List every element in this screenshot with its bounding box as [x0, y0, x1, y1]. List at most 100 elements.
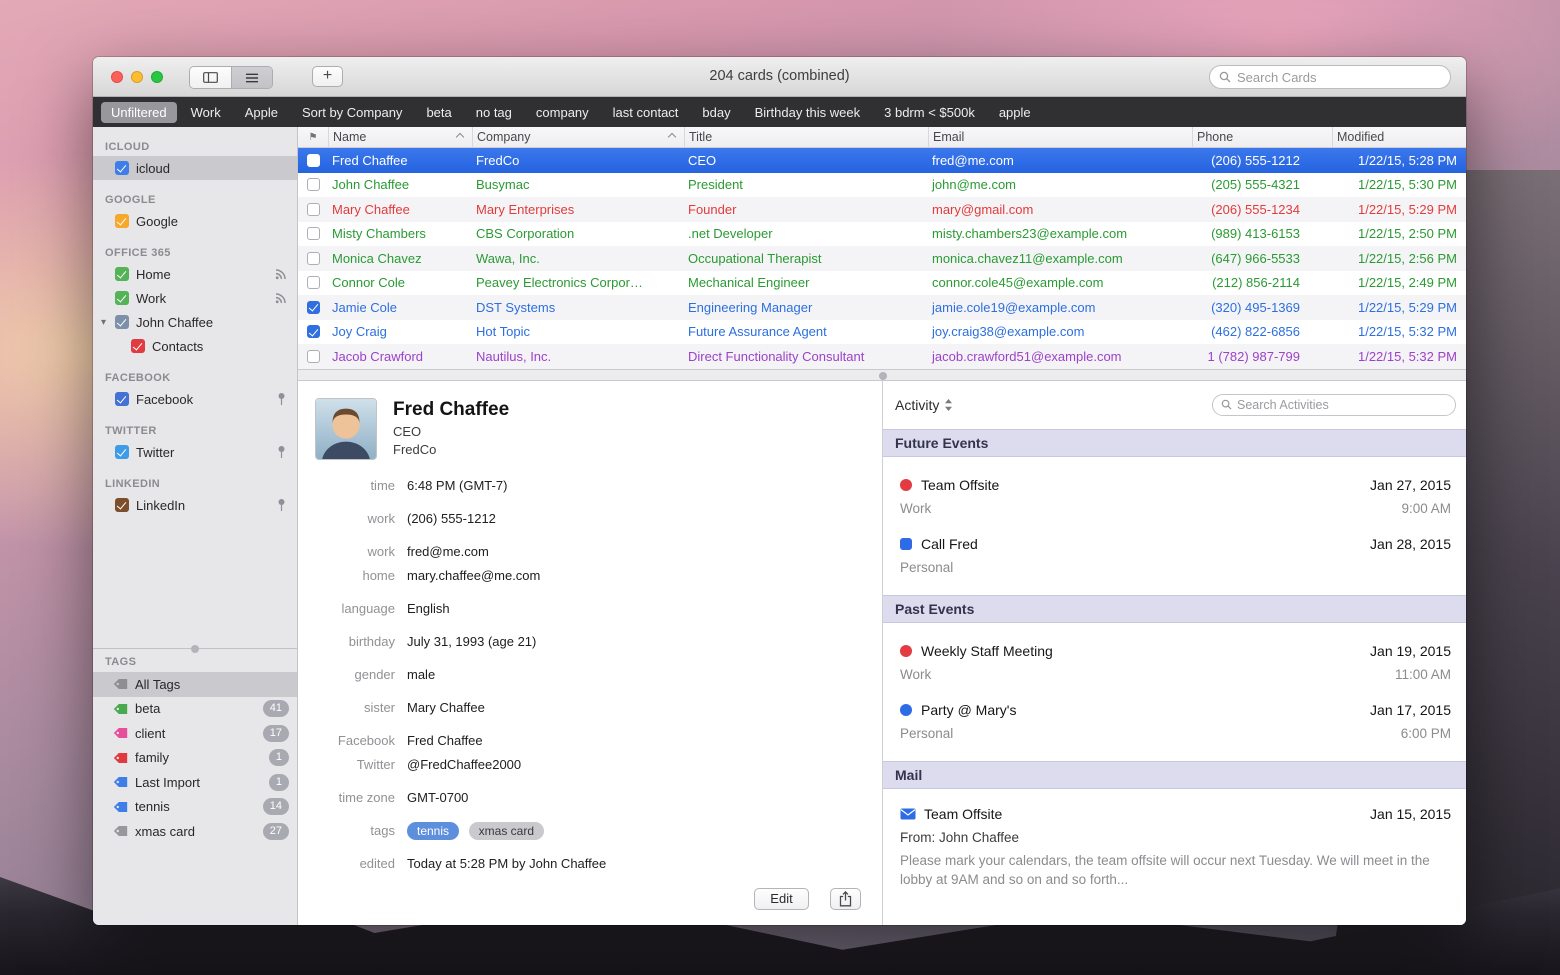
tag-pill-tennis[interactable]: tennis — [407, 822, 459, 840]
filter-unfiltered[interactable]: Unfiltered — [101, 102, 177, 123]
edit-button[interactable]: Edit — [754, 888, 809, 910]
checkbox-icon[interactable] — [115, 267, 129, 281]
add-card-button[interactable]: + — [312, 66, 343, 87]
checkbox-icon[interactable] — [115, 161, 129, 175]
cell-company: Wawa, Inc. — [472, 251, 684, 266]
card-view-button[interactable] — [190, 67, 231, 88]
checkbox-icon[interactable] — [131, 339, 145, 353]
tag-item-tennis[interactable]: tennis 14 — [93, 795, 297, 820]
row-checkbox[interactable] — [307, 203, 320, 216]
row-checkbox[interactable] — [307, 154, 320, 167]
cell-title: Direct Functionality Consultant — [684, 349, 928, 364]
mail-date: Jan 15, 2015 — [1370, 806, 1451, 822]
table-row[interactable]: John Chaffee Busymac President john@me.c… — [298, 173, 1466, 198]
share-button[interactable] — [830, 888, 861, 910]
column-header-name[interactable]: Name — [328, 127, 472, 147]
search-cards-field[interactable] — [1209, 65, 1451, 89]
tag-icon — [113, 752, 128, 764]
disclosure-triangle-icon[interactable]: ▾ — [101, 317, 106, 328]
window-close-button[interactable] — [111, 71, 123, 83]
filter-bday[interactable]: bday — [692, 102, 740, 123]
table-row[interactable]: Mary Chaffee Mary Enterprises Founder ma… — [298, 197, 1466, 222]
field-label: time zone — [315, 788, 395, 807]
filter-apple-2[interactable]: apple — [989, 102, 1041, 123]
table-row[interactable]: Joy Craig Hot Topic Future Assurance Age… — [298, 320, 1466, 345]
search-activities-field[interactable] — [1212, 394, 1456, 416]
sidebar-item-john-chaffee[interactable]: ▾ John Chaffee — [93, 310, 297, 334]
table-row[interactable]: Monica Chavez Wawa, Inc. Occupational Th… — [298, 246, 1466, 271]
column-header-company[interactable]: Company — [472, 127, 684, 147]
column-header-title[interactable]: Title — [684, 127, 928, 147]
column-header-flag[interactable]: ⚑ — [298, 127, 328, 147]
tag-label: tennis — [135, 799, 170, 814]
event-item[interactable]: Weekly Staff Meeting Jan 19, 2015 Work 1… — [883, 623, 1466, 682]
column-header-phone[interactable]: Phone — [1192, 127, 1332, 147]
event-date: Jan 28, 2015 — [1370, 536, 1451, 552]
sidebar-item-home[interactable]: Home — [93, 262, 297, 286]
list-view-button[interactable] — [231, 67, 272, 88]
sidebar-item-icloud[interactable]: icloud — [93, 156, 297, 180]
checkbox-icon[interactable] — [115, 445, 129, 459]
filter-work[interactable]: Work — [181, 102, 231, 123]
table-row[interactable]: Fred Chaffee FredCo CEO fred@me.com (206… — [298, 148, 1466, 173]
tag-count-badge: 1 — [269, 749, 289, 766]
row-checkbox[interactable] — [307, 301, 320, 314]
sidebar-item-facebook[interactable]: Facebook — [93, 387, 297, 411]
cell-title: Mechanical Engineer — [684, 275, 928, 290]
row-checkbox[interactable] — [307, 227, 320, 240]
tag-item-family[interactable]: family 1 — [93, 746, 297, 771]
filter-company[interactable]: company — [526, 102, 599, 123]
calendar-dot-icon — [900, 645, 912, 657]
table-row[interactable]: Jamie Cole DST Systems Engineering Manag… — [298, 295, 1466, 320]
sort-toggle-icon[interactable] — [944, 398, 953, 412]
tag-item-xmas-card[interactable]: xmas card 27 — [93, 819, 297, 844]
tag-item-all-tags[interactable]: All Tags — [93, 672, 297, 697]
tag-item-beta[interactable]: beta 41 — [93, 697, 297, 722]
filter-beta[interactable]: beta — [416, 102, 461, 123]
tag-item-client[interactable]: client 17 — [93, 721, 297, 746]
table-row[interactable]: Misty Chambers CBS Corporation .net Deve… — [298, 222, 1466, 247]
sidebar-item-work[interactable]: Work — [93, 286, 297, 310]
row-checkbox[interactable] — [307, 325, 320, 338]
field-value: Fred Chaffee — [407, 731, 483, 750]
filter-apple[interactable]: Apple — [235, 102, 288, 123]
mail-item[interactable]: Team Offsite Jan 15, 2015 From: John Cha… — [883, 789, 1466, 889]
sidebar-item-linkedin[interactable]: LinkedIn — [93, 493, 297, 517]
event-item[interactable]: Team Offsite Jan 27, 2015 Work 9:00 AM — [883, 457, 1466, 516]
tag-pill-xmas-card[interactable]: xmas card — [469, 822, 544, 840]
search-cards-input[interactable] — [1237, 70, 1441, 85]
event-item[interactable]: Call Fred Jan 28, 2015 Personal — [883, 516, 1466, 575]
checkbox-icon[interactable] — [115, 498, 129, 512]
search-activities-input[interactable] — [1237, 398, 1447, 412]
tag-item-last-import[interactable]: Last Import 1 — [93, 770, 297, 795]
column-header-modified[interactable]: Modified — [1332, 127, 1466, 147]
filter-sort-by-company[interactable]: Sort by Company — [292, 102, 412, 123]
column-header-email[interactable]: Email — [928, 127, 1192, 147]
checkbox-icon[interactable] — [115, 315, 129, 329]
sidebar-item-twitter[interactable]: Twitter — [93, 440, 297, 464]
row-checkbox[interactable] — [307, 178, 320, 191]
row-checkbox[interactable] — [307, 276, 320, 289]
filter-last-contact[interactable]: last contact — [603, 102, 689, 123]
checkbox-icon[interactable] — [115, 214, 129, 228]
cell-email: monica.chavez11@example.com — [928, 251, 1192, 266]
cell-title: Future Assurance Agent — [684, 324, 928, 339]
filter-no-tag[interactable]: no tag — [466, 102, 522, 123]
horizontal-splitter[interactable] — [298, 369, 1466, 381]
window-zoom-button[interactable] — [151, 71, 163, 83]
filter-birthday-this-week[interactable]: Birthday this week — [745, 102, 871, 123]
window-minimize-button[interactable] — [131, 71, 143, 83]
sidebar-item-contacts[interactable]: Contacts — [93, 334, 297, 358]
row-checkbox[interactable] — [307, 350, 320, 363]
cell-company: Peavey Electronics Corpor… — [472, 275, 684, 290]
event-item[interactable]: Party @ Mary's Jan 17, 2015 Personal 6:0… — [883, 682, 1466, 741]
checkbox-icon[interactable] — [115, 291, 129, 305]
sidebar-item-label: John Chaffee — [136, 315, 213, 330]
tag-label: client — [135, 726, 165, 741]
filter-3bdrm[interactable]: 3 bdrm < $500k — [874, 102, 985, 123]
sidebar-item-google[interactable]: Google — [93, 209, 297, 233]
table-row[interactable]: Connor Cole Peavey Electronics Corpor… M… — [298, 271, 1466, 296]
table-row[interactable]: Jacob Crawford Nautilus, Inc. Direct Fun… — [298, 344, 1466, 369]
row-checkbox[interactable] — [307, 252, 320, 265]
checkbox-icon[interactable] — [115, 392, 129, 406]
